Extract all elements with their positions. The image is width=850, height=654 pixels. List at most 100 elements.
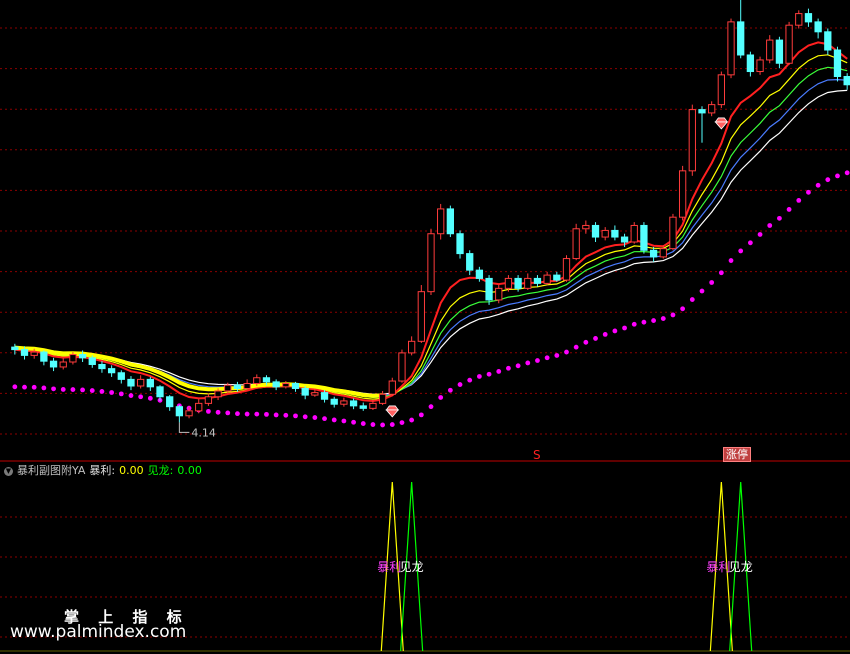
candle-body	[795, 13, 803, 26]
support-dot	[602, 331, 608, 337]
support-dot	[670, 312, 676, 318]
support-dot	[273, 412, 279, 418]
support-dot	[409, 417, 415, 423]
candle-body	[727, 21, 735, 76]
candle-body	[378, 393, 387, 404]
annotation-leader	[178, 422, 190, 433]
support-dot	[486, 371, 492, 377]
candle-body	[775, 39, 784, 64]
candle-body	[407, 340, 416, 354]
candle-body	[330, 398, 338, 405]
candle-body	[582, 224, 590, 230]
candle-body	[301, 387, 309, 396]
candle-body	[398, 352, 406, 382]
candle-body	[195, 402, 203, 412]
candle-body	[175, 406, 184, 417]
candle-body	[843, 75, 850, 86]
candle-body	[833, 49, 842, 77]
support-dot	[777, 215, 782, 221]
support-dot	[322, 416, 327, 422]
candle-body	[514, 277, 522, 289]
candle-body	[591, 224, 600, 238]
support-dot	[680, 306, 686, 312]
candle-body	[824, 31, 832, 51]
candle-body	[427, 233, 435, 293]
support-dot	[796, 197, 802, 203]
support-dot	[399, 420, 405, 426]
support-dot	[573, 344, 579, 350]
support-dot	[70, 387, 76, 392]
candle-body	[572, 228, 580, 260]
support-dot	[622, 325, 627, 331]
collapse-icon[interactable]: ▼	[4, 466, 13, 476]
candle-body	[543, 274, 551, 284]
candle-body	[814, 21, 822, 33]
indicator-name[interactable]: 暴利副图附YA	[17, 464, 85, 477]
support-dot	[60, 387, 66, 392]
candle-body	[495, 287, 503, 301]
candle-body	[737, 21, 745, 56]
candle-body	[475, 269, 484, 279]
jianlong-value: 0.00	[177, 464, 202, 477]
support-dot	[515, 363, 521, 369]
support-dot	[535, 358, 540, 363]
support-dot	[660, 316, 666, 321]
candle-body	[437, 208, 445, 235]
support-dot	[447, 387, 453, 393]
candle-body	[127, 378, 135, 387]
support-dot	[467, 377, 473, 383]
candle-body	[214, 390, 222, 398]
support-dot	[109, 390, 115, 395]
candle-body	[669, 216, 677, 250]
support-dot	[525, 360, 531, 366]
candle-body	[766, 39, 774, 61]
support-dot	[118, 391, 124, 397]
candle-body	[146, 378, 154, 388]
support-dot	[641, 319, 647, 325]
support-dot	[835, 173, 840, 179]
candle-body	[340, 400, 348, 405]
candle-body	[262, 377, 271, 383]
support-dot	[31, 384, 37, 390]
support-dot	[89, 388, 95, 393]
support-dot	[206, 408, 211, 414]
candle-body	[88, 357, 96, 365]
baoli-value: 0.00	[119, 464, 144, 477]
jianlong-label: 见龙:	[147, 464, 174, 477]
chart-canvas: 9.304.14暴利见龙暴利见龙	[0, 0, 850, 652]
gem-icon	[385, 405, 400, 418]
support-dot	[564, 349, 569, 355]
support-dot	[815, 182, 821, 188]
support-dot	[747, 240, 753, 246]
support-dot	[738, 248, 744, 254]
support-dot	[341, 418, 347, 424]
s-marker: S	[533, 448, 541, 462]
support-dot	[718, 270, 724, 276]
candle-body	[640, 224, 648, 251]
candle-body	[204, 396, 213, 404]
support-dot	[147, 395, 153, 401]
support-dot	[825, 177, 831, 183]
support-dot	[476, 374, 482, 379]
support-dot	[689, 297, 695, 302]
candle-body	[698, 109, 706, 114]
candle-body	[756, 59, 764, 73]
support-dot	[51, 386, 56, 392]
candle-body	[369, 402, 377, 409]
candle-body	[649, 249, 658, 258]
candle-body	[601, 229, 609, 238]
support-dot	[806, 189, 811, 195]
support-dot	[767, 223, 773, 228]
support-dot	[438, 395, 444, 400]
candle-body	[785, 24, 793, 64]
support-dot	[331, 417, 337, 423]
candle-body	[11, 346, 19, 351]
candle-body	[349, 400, 358, 407]
candle-body	[446, 208, 455, 235]
candle-body	[359, 405, 367, 409]
candle-body	[562, 258, 571, 281]
support-dot	[457, 382, 463, 387]
candle-body	[282, 383, 290, 388]
candle-body	[311, 392, 319, 396]
support-dot	[225, 410, 231, 416]
